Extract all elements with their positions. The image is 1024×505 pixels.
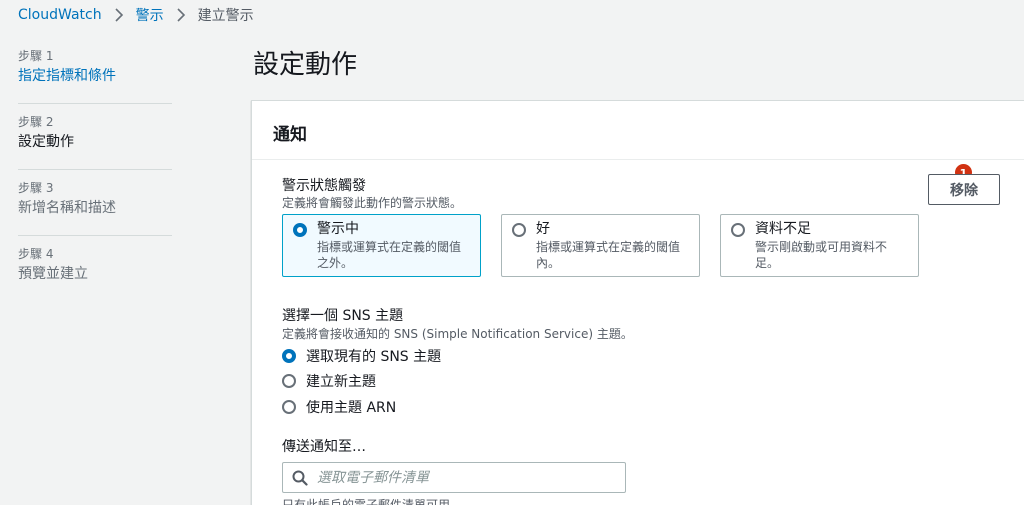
chevron-right-icon — [172, 6, 190, 24]
step-number: 步驟 2 — [18, 115, 54, 129]
breadcrumb-alarms[interactable]: 警示 — [136, 5, 164, 25]
sns-option-existing[interactable]: 選取現有的 SNS 主題 — [282, 347, 441, 365]
tile-desc: 警示剛啟動或可用資料不足。 — [755, 240, 888, 270]
step-4: 步驟 4 預覽並建立 — [18, 236, 172, 301]
alarm-state-title: 警示狀態觸發 — [282, 178, 366, 194]
sns-option-arn[interactable]: 使用主題 ARN — [282, 398, 396, 416]
sns-option-label: 使用主題 ARN — [306, 400, 397, 416]
send-to-hint: 只有此帳戶的電子郵件清單可用。 — [282, 498, 463, 505]
panel-title: 通知 — [252, 101, 1024, 160]
radio-icon[interactable] — [282, 400, 296, 414]
email-list-input[interactable] — [317, 467, 617, 489]
wizard-steps: 步驟 1 指定指標和條件 步驟 2 設定動作 步驟 3 新增名稱和描述 步驟 4… — [18, 38, 172, 301]
step-label: 預覽並建立 — [18, 266, 88, 282]
tile-title: 好 — [536, 221, 550, 237]
alarm-state-in-alarm[interactable]: 警示中 指標或運算式在定義的閾值之外。 — [282, 214, 481, 277]
step-number: 步驟 4 — [18, 247, 54, 261]
send-to-title: 傳送通知至… — [282, 439, 366, 455]
step-number: 步驟 3 — [18, 181, 54, 195]
page-title: 設定動作 — [253, 50, 358, 80]
step-label[interactable]: 指定指標和條件 — [18, 66, 172, 86]
breadcrumb: CloudWatch 警示 建立警示 — [18, 6, 254, 24]
step-label: 設定動作 — [18, 134, 74, 150]
sns-desc: 定義將會接收通知的 SNS (Simple Notification Servi… — [282, 327, 633, 341]
tile-title: 資料不足 — [755, 221, 811, 237]
chevron-right-icon — [110, 6, 128, 24]
step-1[interactable]: 步驟 1 指定指標和條件 — [18, 38, 172, 104]
tile-desc: 指標或運算式在定義的閾值之外。 — [317, 240, 462, 270]
alarm-state-insufficient-data[interactable]: 資料不足 警示剛啟動或可用資料不足。 — [720, 214, 919, 277]
breadcrumb-create-alarm: 建立警示 — [197, 8, 254, 24]
step-3: 步驟 3 新增名稱和描述 — [18, 170, 172, 236]
radio-icon[interactable] — [282, 374, 296, 388]
notification-panel: 通知 警示狀態觸發 定義將會觸發此動作的警示狀態。 1 移除 警示中 指標或運算… — [251, 100, 1024, 505]
sns-option-label: 建立新主題 — [306, 374, 376, 390]
search-icon — [292, 470, 308, 490]
radio-selected-icon[interactable] — [282, 349, 296, 363]
radio-icon[interactable] — [512, 223, 526, 237]
breadcrumb-cloudwatch[interactable]: CloudWatch — [18, 7, 102, 23]
alarm-state-ok[interactable]: 好 指標或運算式在定義的閾值內。 — [501, 214, 700, 277]
remove-button[interactable]: 移除 — [928, 174, 1000, 205]
sns-option-label: 選取現有的 SNS 主題 — [306, 349, 442, 365]
tile-desc: 指標或運算式在定義的閾值內。 — [536, 240, 681, 270]
alarm-state-desc: 定義將會觸發此動作的警示狀態。 — [282, 196, 463, 210]
step-label: 新增名稱和描述 — [18, 200, 116, 216]
step-2: 步驟 2 設定動作 — [18, 104, 172, 170]
step-number: 步驟 1 — [18, 49, 54, 63]
email-list-search[interactable] — [282, 462, 626, 493]
sns-title: 選擇一個 SNS 主題 — [282, 308, 404, 324]
sns-option-new[interactable]: 建立新主題 — [282, 372, 376, 390]
tile-title: 警示中 — [317, 221, 359, 237]
radio-icon[interactable] — [731, 223, 745, 237]
radio-selected-icon[interactable] — [293, 223, 307, 237]
